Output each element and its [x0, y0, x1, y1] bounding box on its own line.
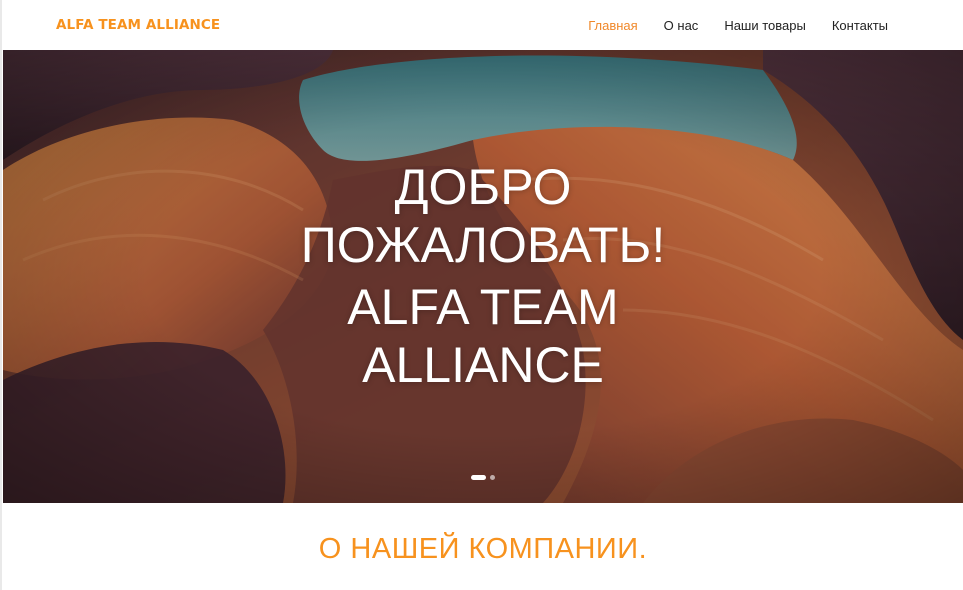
carousel-dot-2[interactable] — [490, 475, 495, 480]
hero-carousel: ДОБРО ПОЖАЛОВАТЬ! ALFA TEAM ALLIANCE — [3, 50, 963, 503]
hero-line-3: ALFA TEAM — [347, 279, 619, 335]
nav-item-contacts[interactable]: Контакты — [832, 18, 888, 33]
carousel-indicators — [471, 475, 495, 480]
hero-line-1: ДОБРО — [394, 159, 572, 215]
brand-logo[interactable]: ALFA TEAM ALLIANCE — [56, 17, 220, 33]
site-header: ALFA TEAM ALLIANCE Главная О нас Наши то… — [3, 0, 963, 50]
nav-item-about[interactable]: О нас — [664, 18, 699, 33]
carousel-dot-1[interactable] — [471, 475, 486, 480]
hero-heading: ДОБРО ПОЖАЛОВАТЬ! ALFA TEAM ALLIANCE — [3, 158, 963, 394]
nav-item-products[interactable]: Наши товары — [724, 18, 806, 33]
page: ALFA TEAM ALLIANCE Главная О нас Наши то… — [0, 0, 963, 590]
main-nav: Главная О нас Наши товары Контакты — [562, 18, 888, 33]
hero-line-4: ALLIANCE — [362, 337, 604, 393]
left-border — [0, 0, 2, 590]
nav-item-home[interactable]: Главная — [588, 18, 637, 33]
hero-line-2: ПОЖАЛОВАТЬ! — [300, 217, 666, 273]
about-section-title: О НАШЕЙ КОМПАНИИ. — [318, 533, 648, 565]
